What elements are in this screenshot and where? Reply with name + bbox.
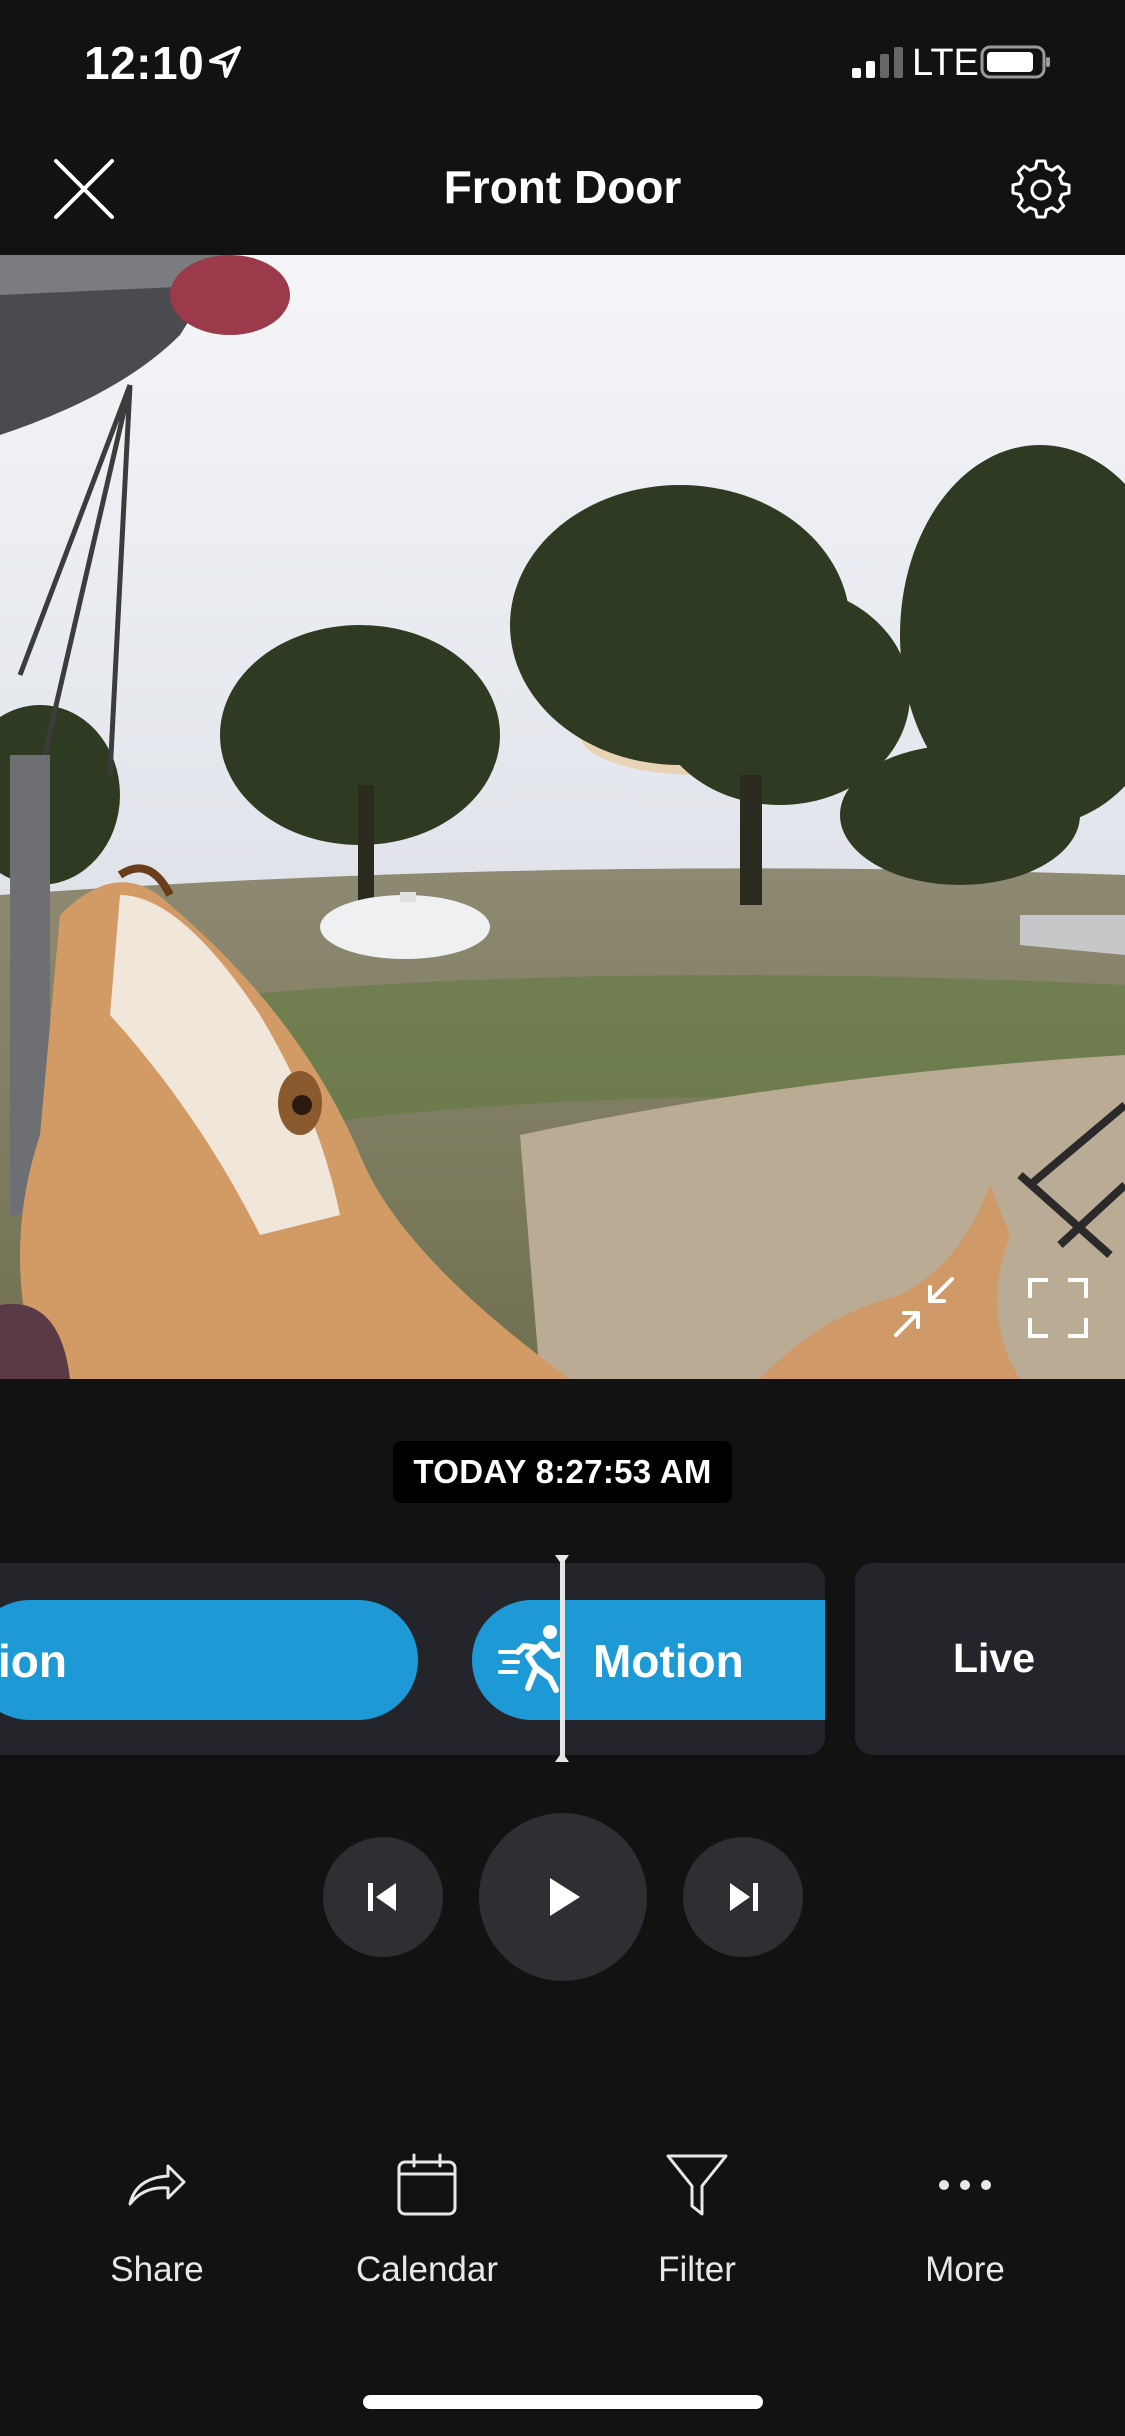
status-time: 12:10 [84, 37, 205, 89]
filter-button[interactable]: Filter [587, 2150, 807, 2300]
timestamp-badge: TODAY 8:27:53 AM [393, 1441, 732, 1503]
video-feed[interactable] [0, 255, 1125, 1379]
exit-fullscreen-icon[interactable] [892, 1275, 956, 1339]
event-label-motion: Motion [593, 1635, 744, 1687]
more-button[interactable]: More [855, 2150, 1075, 2300]
live-label: Live [953, 1635, 1036, 1681]
gear-icon[interactable] [1008, 157, 1074, 223]
page-title: Front Door [443, 161, 682, 213]
timeline-event-motion-previous[interactable]: ion [0, 1600, 418, 1720]
share-label: Share [110, 2250, 204, 2289]
skip-next-button[interactable] [683, 1837, 803, 1957]
filter-label: Filter [658, 2250, 736, 2289]
skip-previous-button[interactable] [323, 1837, 443, 1957]
playhead-top-marker [555, 1555, 569, 1565]
play-button[interactable] [479, 1813, 647, 1981]
network-label: LTE [912, 42, 979, 84]
play-icon [550, 1878, 580, 1916]
share-button[interactable]: Share [47, 2150, 267, 2300]
skip-next-icon [730, 1883, 758, 1911]
calendar-icon [397, 2153, 457, 2216]
more-dots-icon [939, 2180, 991, 2190]
filter-funnel-icon [666, 2154, 728, 2216]
location-arrow-icon [209, 46, 241, 78]
battery-icon [980, 45, 1050, 79]
event-label: ion [0, 1635, 67, 1687]
camera-image [0, 255, 1125, 1379]
more-label: More [925, 2250, 1005, 2289]
skip-previous-icon [368, 1883, 396, 1911]
calendar-label: Calendar [355, 2250, 499, 2289]
calendar-button[interactable]: Calendar [317, 2150, 537, 2300]
share-arrow-icon [128, 2164, 186, 2206]
timeline-playhead[interactable] [560, 1557, 565, 1761]
playhead-bottom-marker [555, 1752, 569, 1762]
fullscreen-icon[interactable] [1026, 1276, 1090, 1340]
home-indicator[interactable] [363, 2395, 763, 2409]
signal-icon [852, 47, 903, 78]
live-button[interactable]: Live [855, 1563, 1125, 1755]
